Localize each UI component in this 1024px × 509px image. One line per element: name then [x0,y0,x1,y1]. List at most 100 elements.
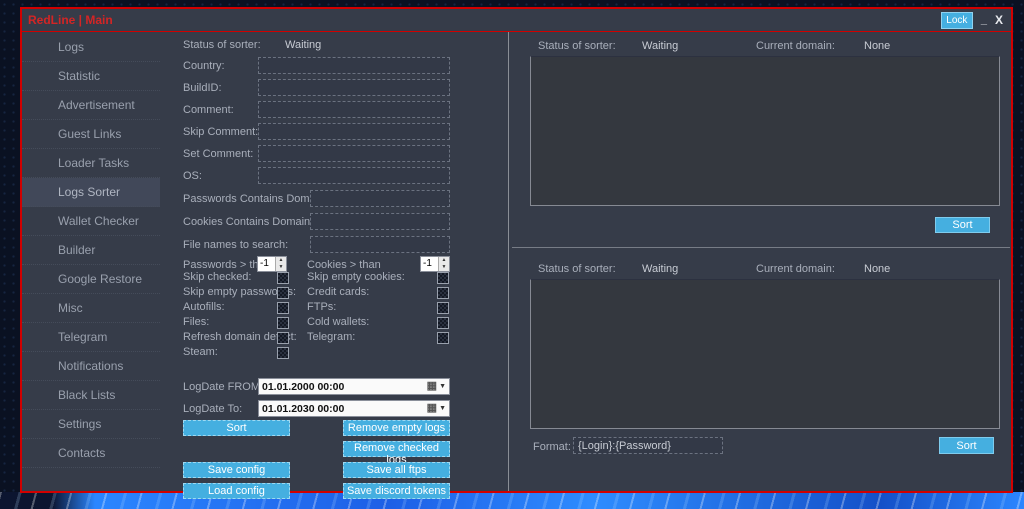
horizontal-divider [512,247,1010,248]
format-label: Format: [533,441,571,453]
title-bar: RedLine | Main Lock _ X [22,9,1011,32]
cookies-domain-input[interactable] [310,213,450,230]
passwords-threshold-spinner[interactable]: -1 ▲▼ [257,256,287,272]
credit-cards-label: Credit cards: [307,286,369,298]
vertical-divider [508,32,509,491]
sidebar-item-settings[interactable]: Settings [22,410,160,439]
sorter-status-value: Waiting [285,39,321,51]
spinner-arrows: ▲▼ [438,257,449,271]
minimize-button[interactable]: _ [981,15,987,25]
logdate-from-input[interactable]: 01.01.2000 00:00 ▦ ▼ [258,378,450,395]
logdate-to-input[interactable]: 01.01.2030 00:00 ▦ ▼ [258,400,450,417]
save-all-ftps-button[interactable]: Save all ftps [343,462,450,478]
sidebar-item-logs[interactable]: Logs [22,33,160,62]
country-label: Country: [183,60,225,72]
spinner-down-icon[interactable]: ▼ [439,264,449,271]
spinner-value[interactable]: -1 [258,257,275,271]
format-input[interactable] [573,437,723,454]
sidebar-item-loader-tasks[interactable]: Loader Tasks [22,149,160,178]
panel-top-domain-value: None [864,40,890,52]
sidebar: Logs Statistic Advertisement Guest Links… [22,33,160,491]
window-title: RedLine | Main [22,13,113,27]
skip-comment-label: Skip Comment: [183,126,258,138]
os-input[interactable] [258,167,450,184]
country-input[interactable] [258,57,450,74]
sidebar-item-wallet-checker[interactable]: Wallet Checker [22,207,160,236]
cookies-domain-label: Cookies Contains Domain: [183,216,313,228]
skip-empty-passwords-checkbox[interactable] [277,287,289,299]
sidebar-item-google-restore[interactable]: Google Restore [22,265,160,294]
autofills-label: Autofills: [183,301,225,313]
telegram-checkbox[interactable] [437,332,449,344]
sidebar-item-contacts[interactable]: Contacts [22,439,160,468]
comment-input[interactable] [258,101,450,118]
sidebar-item-guest-links[interactable]: Guest Links [22,120,160,149]
calendar-icon[interactable]: ▦ [427,403,437,414]
buildid-input[interactable] [258,79,450,96]
set-comment-label: Set Comment: [183,148,253,160]
titlebar-controls: Lock _ X [941,12,1011,29]
panel-bottom-domain-value: None [864,263,890,275]
comment-label: Comment: [183,104,234,116]
spinner-down-icon[interactable]: ▼ [276,264,286,271]
remove-empty-logs-button[interactable]: Remove empty logs [343,420,450,436]
steam-label: Steam: [183,346,218,358]
sort-button-bottom-panel[interactable]: Sort [939,437,994,454]
app-window: RedLine | Main Lock _ X Logs Statistic A… [20,7,1013,493]
set-comment-input[interactable] [258,145,450,162]
sidebar-item-statistic[interactable]: Statistic [22,62,160,91]
lock-button[interactable]: Lock [941,12,973,29]
filenames-input[interactable] [310,236,450,253]
buildid-label: BuildID: [183,82,222,94]
logdate-to-label: LogDate To: [183,403,242,415]
save-config-button[interactable]: Save config [183,462,290,478]
dropdown-arrow-icon[interactable]: ▼ [439,405,446,412]
cookies-threshold-spinner[interactable]: -1 ▲▼ [420,256,450,272]
credit-cards-checkbox[interactable] [437,287,449,299]
save-discord-tokens-button[interactable]: Save discord tokens [343,483,450,499]
results-listbox-top[interactable] [530,56,1000,206]
skip-empty-cookies-checkbox[interactable] [437,272,449,284]
skip-checked-label: Skip checked: [183,271,251,283]
passwords-domain-input[interactable] [310,190,450,207]
sort-button[interactable]: Sort [183,420,290,436]
sidebar-item-black-lists[interactable]: Black Lists [22,381,160,410]
sidebar-item-builder[interactable]: Builder [22,236,160,265]
sidebar-item-notifications[interactable]: Notifications [22,352,160,381]
ftps-checkbox[interactable] [437,302,449,314]
files-checkbox[interactable] [277,317,289,329]
steam-checkbox[interactable] [277,347,289,359]
dropdown-arrow-icon[interactable]: ▼ [439,383,446,390]
results-listbox-bottom[interactable] [530,279,1000,429]
passwords-domain-label: Passwords Contains Domain: [183,193,327,205]
skip-comment-input[interactable] [258,123,450,140]
autofills-checkbox[interactable] [277,302,289,314]
sorter-status-label: Status of sorter: [183,39,261,51]
os-label: OS: [183,170,202,182]
logdate-from-label: LogDate FROM: [183,381,263,393]
sidebar-item-misc[interactable]: Misc [22,294,160,323]
sidebar-item-logs-sorter[interactable]: Logs Sorter [22,178,160,207]
remove-checked-logs-button[interactable]: Remove checked logs [343,441,450,457]
ftps-label: FTPs: [307,301,336,313]
date-value[interactable]: 01.01.2030 00:00 [262,403,427,415]
skip-checked-checkbox[interactable] [277,272,289,284]
sort-button-top-panel[interactable]: Sort [935,217,990,233]
load-config-button[interactable]: Load config [183,483,290,499]
sidebar-item-telegram[interactable]: Telegram [22,323,160,352]
cold-wallets-label: Cold wallets: [307,316,369,328]
panel-bottom-domain-label: Current domain: [756,263,835,275]
close-button[interactable]: X [995,15,1003,25]
cold-wallets-checkbox[interactable] [437,317,449,329]
spinner-up-icon[interactable]: ▲ [276,257,286,264]
spinner-up-icon[interactable]: ▲ [439,257,449,264]
desktop-wallpaper [0,492,1024,509]
spinner-value[interactable]: -1 [421,257,438,271]
filenames-label: File names to search: [183,239,288,251]
calendar-icon[interactable]: ▦ [427,381,437,392]
sidebar-item-advertisement[interactable]: Advertisement [22,91,160,120]
files-label: Files: [183,316,209,328]
date-value[interactable]: 01.01.2000 00:00 [262,381,427,393]
panel-bottom-status-value: Waiting [642,263,678,275]
refresh-domain-detect-checkbox[interactable] [277,332,289,344]
